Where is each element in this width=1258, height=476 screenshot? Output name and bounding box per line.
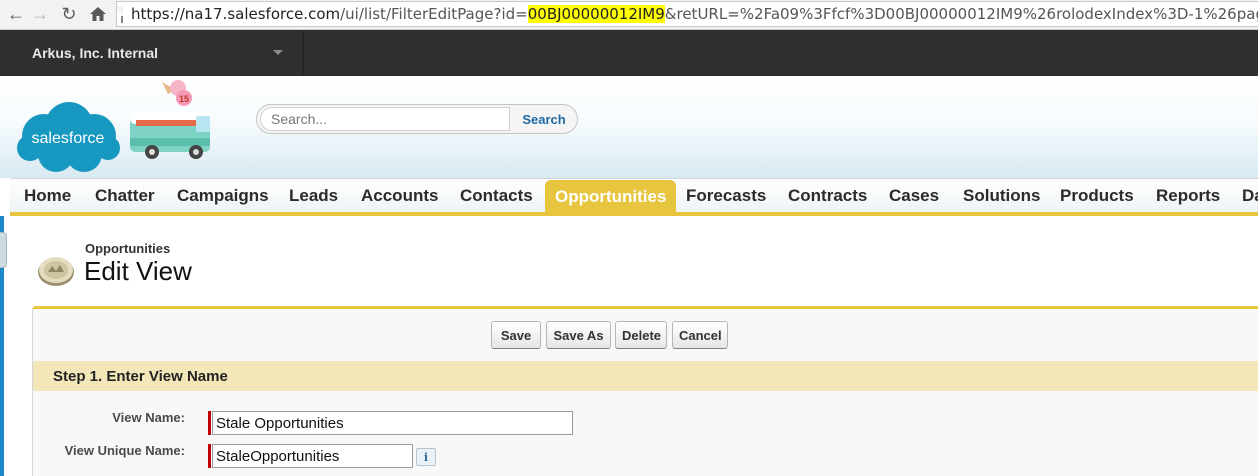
delete-button[interactable]: Delete [615, 321, 667, 349]
url-highlighted-id: 00BJ00000012IM9 [527, 5, 665, 23]
global-search: Search [256, 104, 578, 134]
required-indicator [208, 411, 211, 435]
tab-leads[interactable]: Leads [289, 179, 338, 213]
tab-products[interactable]: Products [1060, 179, 1134, 213]
url-path: /ui/list/FilterEditPage?id= [340, 5, 528, 23]
info-icon[interactable]: i [416, 448, 436, 466]
tab-dashboards[interactable]: Da [1242, 179, 1258, 213]
tab-opportunities[interactable]: Opportunities [545, 180, 677, 214]
page-object-label: Opportunities [85, 241, 171, 256]
app-header: salesforce 15 Search [0, 76, 1258, 178]
tab-contacts[interactable]: Contacts [460, 179, 533, 213]
tab-cases[interactable]: Cases [889, 179, 939, 213]
search-button[interactable]: Search [513, 107, 575, 131]
forward-arrow-icon[interactable]: → [30, 3, 50, 25]
org-switcher[interactable]: Arkus, Inc. Internal [0, 30, 304, 76]
reload-icon[interactable]: ↻ [58, 3, 80, 25]
tab-forecasts[interactable]: Forecasts [686, 179, 766, 213]
org-bar: Arkus, Inc. Internal [0, 30, 1258, 76]
caret-down-icon [273, 50, 283, 55]
tab-campaigns[interactable]: Campaigns [177, 179, 269, 213]
page-icon [117, 5, 123, 23]
view-unique-name-input[interactable] [212, 444, 413, 468]
tab-contracts[interactable]: Contracts [788, 179, 867, 213]
tab-reports[interactable]: Reports [1156, 179, 1220, 213]
view-name-label: View Name: [112, 410, 185, 425]
address-bar[interactable]: https://na17.salesforce.com/ui/list/Filt… [116, 1, 1258, 27]
browser-toolbar: ← → ↻ https://na17.salesforce.com/ui/lis… [0, 0, 1258, 30]
save-as-button[interactable]: Save As [546, 321, 611, 349]
page-title: Edit View [84, 256, 192, 286]
badge-number: 15 [179, 94, 189, 104]
opportunities-coin-icon [38, 257, 74, 286]
cancel-button[interactable]: Cancel [672, 321, 728, 349]
step1-header: Step 1. Enter View Name [33, 361, 1258, 391]
salesforce-logo[interactable]: salesforce [14, 100, 122, 176]
search-input[interactable] [260, 107, 510, 131]
url-host: https://na17.salesforce.com [131, 5, 341, 23]
org-name: Arkus, Inc. Internal [32, 45, 159, 61]
tab-chatter[interactable]: Chatter [95, 179, 155, 213]
view-name-input[interactable] [212, 411, 573, 435]
home-icon[interactable] [86, 3, 110, 25]
anniversary-truck-logo: 15 [130, 80, 210, 159]
tab-solutions[interactable]: Solutions [963, 179, 1040, 213]
required-indicator [208, 444, 211, 468]
logo-text: salesforce [32, 130, 105, 147]
save-button[interactable]: Save [491, 321, 541, 349]
tab-home[interactable]: Home [24, 179, 71, 213]
tab-accounts[interactable]: Accounts [361, 179, 438, 213]
view-unique-name-label: View Unique Name: [64, 443, 185, 458]
back-arrow-icon[interactable]: ← [6, 3, 26, 25]
sidebar-toggle-handle[interactable] [0, 232, 7, 268]
url-query: &retURL=%2Fa09%3Ffcf%3D00BJ00000012IM9%2… [664, 5, 1258, 23]
tab-bar: Home Chatter Campaigns Leads Accounts Co… [10, 178, 1258, 216]
